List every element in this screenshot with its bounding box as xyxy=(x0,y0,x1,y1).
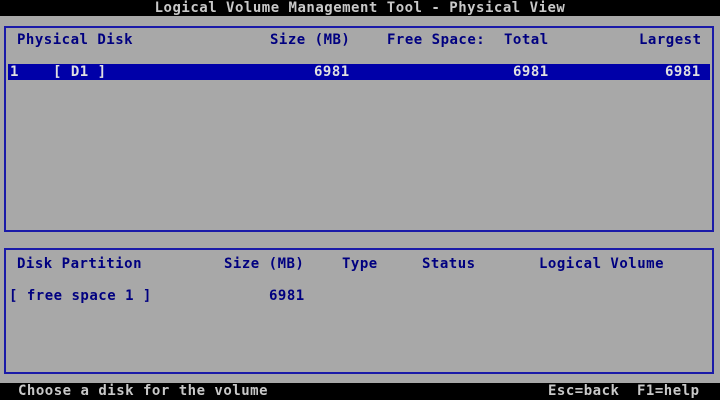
partitions-table-header: Disk Partition Size (MB) Type Status Log… xyxy=(6,255,712,273)
disk-name: [ D1 ] xyxy=(53,64,107,80)
header-type: Type xyxy=(342,256,378,272)
disk-partitions-panel: Disk Partition Size (MB) Type Status Log… xyxy=(4,248,714,374)
header-free-space: Free Space: xyxy=(387,32,486,48)
disk-row-selected[interactable]: 1 [ D1 ] 6981 6981 6981 xyxy=(8,64,710,80)
header-logical-volume: Logical Volume xyxy=(539,256,665,272)
hint-f1-help[interactable]: F1=help xyxy=(637,383,700,400)
status-message: Choose a disk for the volume xyxy=(18,383,269,399)
disk-size: 6981 xyxy=(314,64,350,80)
disk-free-largest: 6981 xyxy=(665,64,701,80)
header-partition-size-mb: Size (MB) xyxy=(224,256,305,272)
header-total: Total xyxy=(504,32,549,48)
hint-escape-back[interactable]: Esc=back xyxy=(548,383,619,400)
header-status: Status xyxy=(422,256,476,272)
disks-table-header: Physical Disk Size (MB) Free Space: Tota… xyxy=(6,31,712,49)
partition-name: [ free space 1 ] xyxy=(9,288,152,304)
header-largest: Largest xyxy=(639,32,702,48)
header-size-mb: Size (MB) xyxy=(270,32,351,48)
partition-size: 6981 xyxy=(269,288,305,304)
physical-disks-panel: Physical Disk Size (MB) Free Space: Tota… xyxy=(4,26,714,232)
disk-free-total: 6981 xyxy=(513,64,549,80)
partition-row[interactable]: [ free space 1 ] 6981 xyxy=(6,287,712,305)
disk-index: 1 xyxy=(10,64,19,80)
window-title: Logical Volume Management Tool - Physica… xyxy=(0,0,720,16)
header-disk-partition: Disk Partition xyxy=(17,256,143,272)
status-bar: Choose a disk for the volume Esc=back F1… xyxy=(0,383,720,400)
header-physical-disk: Physical Disk xyxy=(17,32,134,48)
